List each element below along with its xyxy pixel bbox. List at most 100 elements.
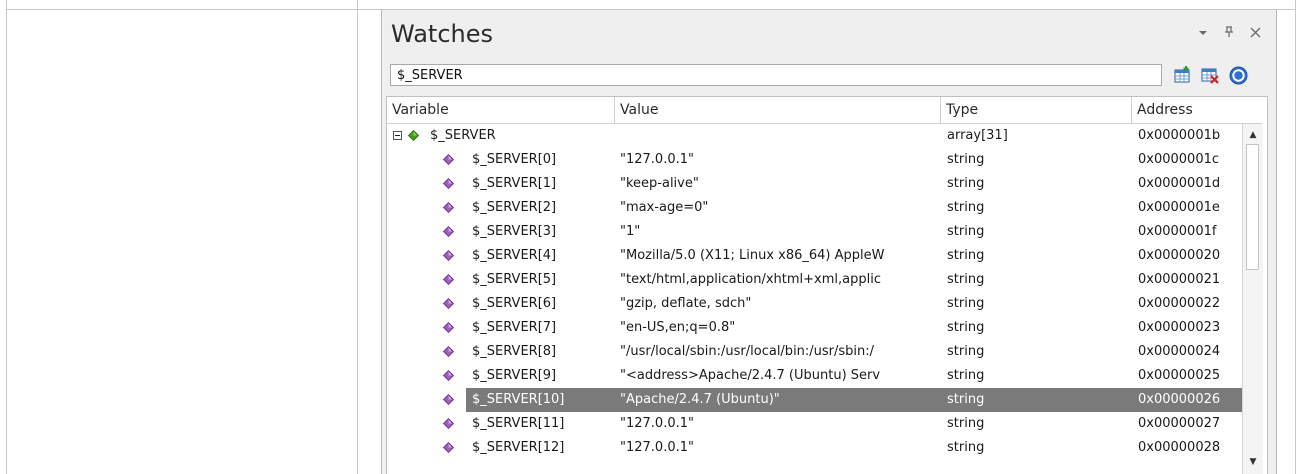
watches-panel: Watches $_SERVER Variable Value Type Add… <box>381 10 1277 474</box>
panel-titlebar: Watches <box>382 10 1276 60</box>
variable-type: array[31] <box>947 128 1008 143</box>
scroll-down-arrow-icon[interactable]: ▼ <box>1243 453 1263 471</box>
variable-address: 0x00000028 <box>1138 440 1221 455</box>
variable-name: $_SERVER[8] <box>472 344 557 359</box>
variable-value: "1" <box>620 224 641 239</box>
variable-value: "127.0.0.1" <box>620 416 694 431</box>
variable-address: 0x00000027 <box>1138 416 1221 431</box>
add-watch-button[interactable] <box>1172 65 1192 85</box>
variable-value: "en-US,en;q=0.8" <box>620 320 736 335</box>
column-header-type[interactable]: Type <box>941 97 1132 123</box>
variable-name: $_SERVER[10] <box>472 392 565 407</box>
watch-expression-input[interactable] <box>390 64 1162 86</box>
variable-address: 0x00000024 <box>1138 344 1221 359</box>
table-row[interactable]: $_SERVER[10] "Apache/2.4.7 (Ubuntu)" strin… <box>387 388 1244 412</box>
variable-type: string <box>947 176 985 191</box>
variable-value: "127.0.0.1" <box>620 152 694 167</box>
variable-address: 0x00000020 <box>1138 248 1221 263</box>
panel-window-controls <box>1196 26 1262 42</box>
variable-value: "text/html,application/xhtml+xml,applic <box>620 272 881 287</box>
scrollbar-thumb[interactable] <box>1246 144 1259 270</box>
table-row[interactable]: $_SERVER[7] "en-US,en;q=0.8" string 0x00000… <box>387 316 1242 340</box>
grid-header: Variable Value Type Address <box>387 97 1242 124</box>
variable-type: string <box>947 200 985 215</box>
string-variable-icon <box>443 346 454 357</box>
variable-address: 0x00000021 <box>1138 272 1221 287</box>
variable-name: $_SERVER[0] <box>472 152 557 167</box>
variable-name: $_SERVER[3] <box>472 224 557 239</box>
table-row[interactable]: $_SERVER[11] "127.0.0.1" string 0x00000027 <box>387 412 1242 436</box>
variable-type: string <box>947 152 985 167</box>
variable-address: 0x0000001e <box>1138 200 1220 215</box>
scroll-up-arrow-icon[interactable]: ▲ <box>1243 126 1263 144</box>
watch-toolbar <box>1172 65 1248 85</box>
string-variable-icon <box>443 202 454 213</box>
string-variable-icon <box>443 250 454 261</box>
variable-address: 0x0000001d <box>1138 176 1221 191</box>
table-row-root[interactable]: $_SERVER array[31] 0x0000001b <box>387 124 1242 148</box>
table-row[interactable]: $_SERVER[8] "/usr/local/sbin:/usr/local/b… <box>387 340 1242 364</box>
string-variable-icon <box>443 226 454 237</box>
variable-type: string <box>947 392 985 407</box>
variable-type: string <box>947 224 985 239</box>
document-column-divider <box>357 0 358 474</box>
variable-name: $_SERVER[1] <box>472 176 557 191</box>
string-variable-icon <box>443 394 454 405</box>
table-row[interactable]: $_SERVER[5] "text/html,application/xhtml+… <box>387 268 1242 292</box>
table-row[interactable]: $_SERVER[9] "<address>Apache/2.4.7 (Ubunt… <box>387 364 1242 388</box>
variable-name: $_SERVER[12] <box>472 440 565 455</box>
variable-value: "127.0.0.1" <box>620 440 694 455</box>
close-icon[interactable] <box>1248 26 1262 42</box>
variable-value: "Apache/2.4.7 (Ubuntu)" <box>620 392 780 407</box>
variable-type: string <box>947 440 985 455</box>
grid-header-corner <box>1242 97 1262 124</box>
variable-name: $_SERVER <box>430 128 496 143</box>
chevron-down-icon[interactable] <box>1196 26 1210 42</box>
array-variable-icon <box>408 130 419 141</box>
variable-address: 0x0000001c <box>1138 152 1220 167</box>
table-row[interactable]: $_SERVER[6] "gzip, deflate, sdch" string 0x… <box>387 292 1242 316</box>
table-row[interactable]: $_SERVER[4] "Mozilla/5.0 (X11; Linux x86_… <box>387 244 1242 268</box>
string-variable-icon <box>443 298 454 309</box>
help-button[interactable] <box>1228 65 1248 85</box>
variable-address: 0x0000001b <box>1138 128 1221 143</box>
variable-type: string <box>947 416 985 431</box>
variable-value: "keep-alive" <box>620 176 699 191</box>
vertical-scrollbar[interactable]: ▲ ▼ <box>1242 124 1263 474</box>
variable-address: 0x00000023 <box>1138 320 1221 335</box>
table-row[interactable]: $_SERVER[2] "max-age=0" string 0x0000001e <box>387 196 1242 220</box>
variable-value: "/usr/local/sbin:/usr/local/bin:/usr/sbi… <box>620 344 875 359</box>
column-header-address[interactable]: Address <box>1132 97 1242 123</box>
table-row[interactable]: $_SERVER[0] "127.0.0.1" string 0x0000001c <box>387 148 1242 172</box>
table-row[interactable]: $_SERVER[1] "keep-alive" string 0x0000001d <box>387 172 1242 196</box>
help-icon <box>1229 66 1247 84</box>
table-row[interactable]: $_SERVER[3] "1" string 0x0000001f <box>387 220 1242 244</box>
remove-watch-button[interactable] <box>1200 65 1220 85</box>
variable-name: $_SERVER[5] <box>472 272 557 287</box>
string-variable-icon <box>443 178 454 189</box>
variable-type: string <box>947 320 985 335</box>
collapse-icon[interactable] <box>393 131 402 140</box>
document-border-right <box>1295 0 1296 474</box>
variable-name: $_SERVER[11] <box>472 416 565 431</box>
variable-address: 0x00000026 <box>1138 392 1221 407</box>
string-variable-icon <box>443 322 454 333</box>
variable-value: "Mozilla/5.0 (X11; Linux x86_64) AppleW <box>620 248 885 263</box>
pin-icon[interactable] <box>1222 26 1236 42</box>
string-variable-icon <box>443 370 454 381</box>
variable-name: $_SERVER[6] <box>472 296 557 311</box>
add-table-icon <box>1174 66 1190 83</box>
column-header-value[interactable]: Value <box>615 97 941 123</box>
variable-name: $_SERVER[2] <box>472 200 557 215</box>
variable-type: string <box>947 344 985 359</box>
variable-value: "gzip, deflate, sdch" <box>620 296 752 311</box>
watch-expression-row <box>390 64 1266 88</box>
grid-body: $_SERVER array[31] 0x0000001b $_SERVER[0… <box>387 124 1244 460</box>
table-row[interactable]: $_SERVER[12] "127.0.0.1" string 0x00000028 <box>387 436 1242 460</box>
delete-table-icon <box>1201 68 1219 84</box>
variable-type: string <box>947 296 985 311</box>
variable-type: string <box>947 272 985 287</box>
variable-type: string <box>947 368 985 383</box>
column-header-variable[interactable]: Variable <box>387 97 615 123</box>
variable-value <box>620 124 932 148</box>
